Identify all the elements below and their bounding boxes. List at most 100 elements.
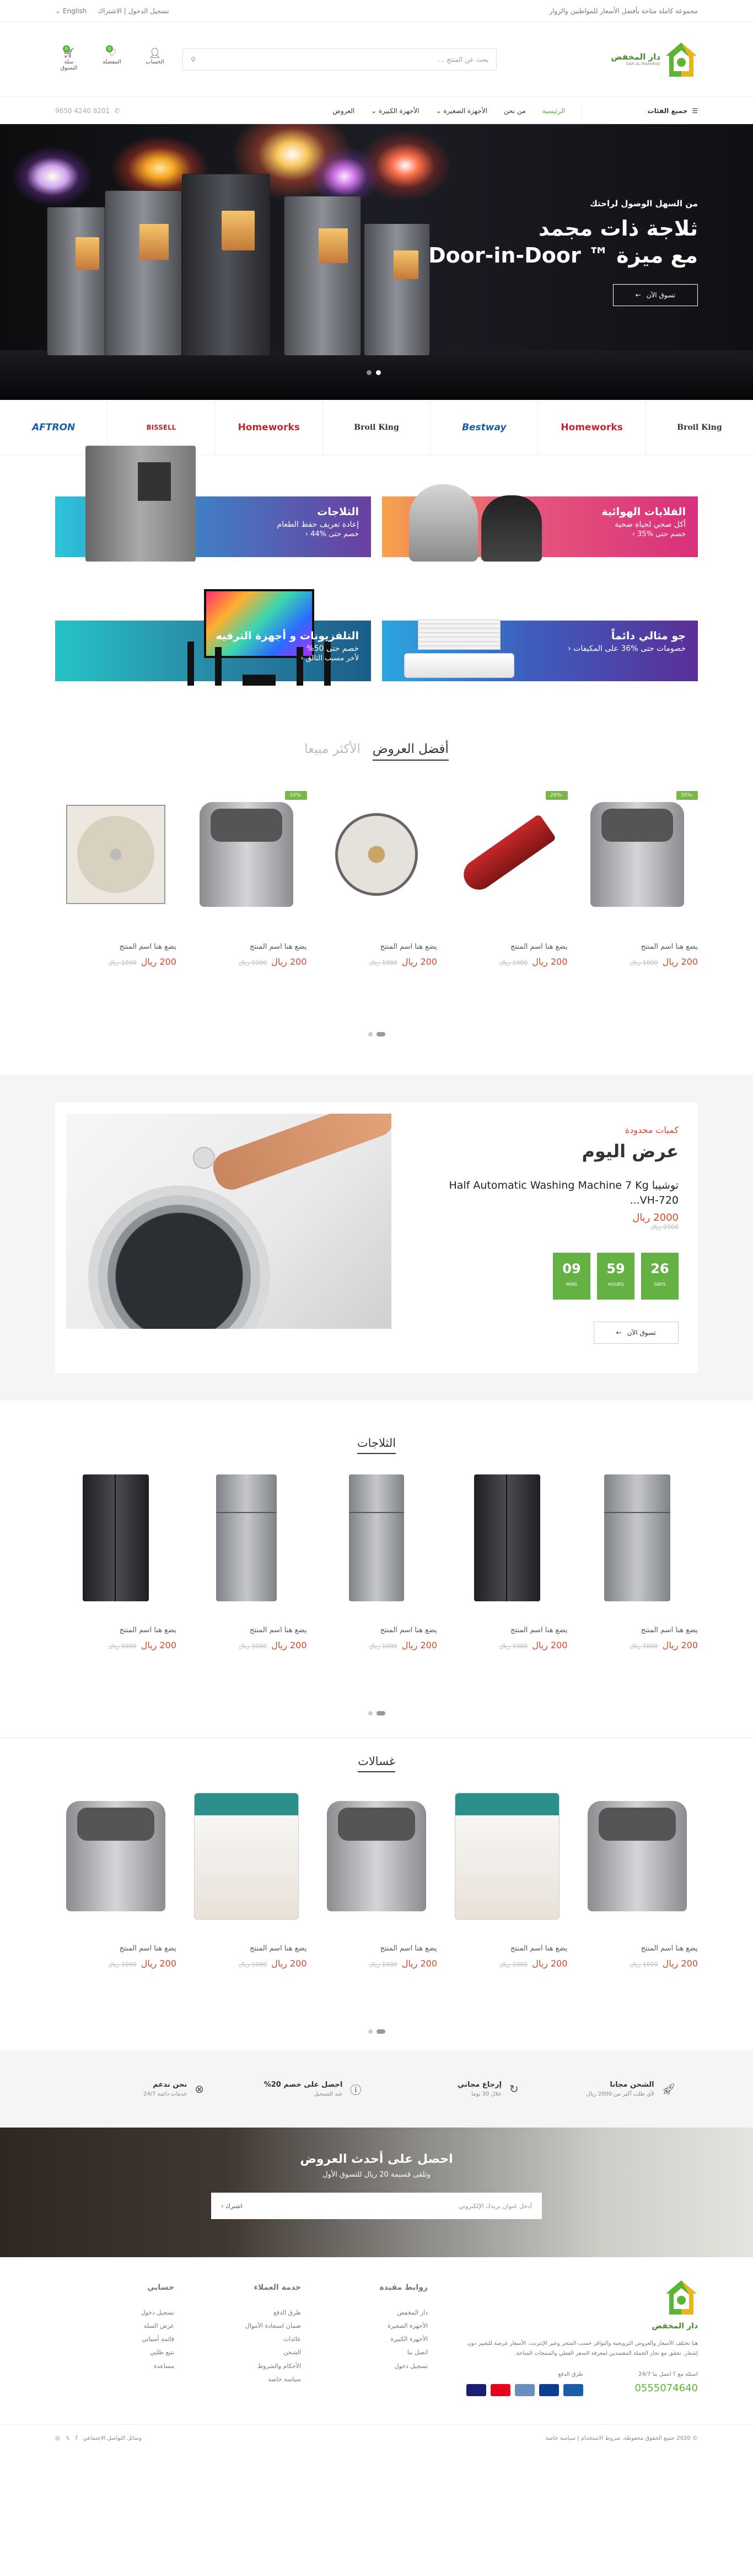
footer-link[interactable]: الأجهزة الكبيرة: [340, 2333, 428, 2346]
product-name[interactable]: يضع هنا اسم المنتج: [316, 1944, 437, 1953]
product-name[interactable]: يضع هنا اسم المنتج: [55, 943, 176, 951]
promo-air-conditioners[interactable]: جو مثالي دائماً خصومات حتى %36 على المكي…: [382, 618, 698, 681]
search-bar[interactable]: بحث عن المنتج ... ⚲: [182, 48, 497, 71]
tab-best-sellers[interactable]: الأكثر مبيعا: [304, 742, 361, 761]
all-categories-button[interactable]: ☰ جميع الفئات: [582, 107, 698, 115]
search-input[interactable]: بحث عن المنتج ...: [438, 56, 488, 63]
product-card[interactable]: يضع هنا اسم المنتج 200 ريال 1000 ريال: [316, 1793, 437, 1969]
product-card[interactable]: يضع هنا اسم المنتج 200 ريال 1000 ريال: [55, 791, 176, 967]
account-button[interactable]: 👤︎ الحساب: [141, 47, 169, 71]
footer-link[interactable]: الأجهزة الصغيرة: [340, 2320, 428, 2333]
facebook-icon[interactable]: f: [76, 2435, 78, 2441]
product-card[interactable]: يضع هنا اسم المنتج 200 ريال 1000 ريال: [316, 1474, 437, 1650]
product-name[interactable]: يضع هنا اسم المنتج: [316, 1626, 437, 1634]
footer-link[interactable]: سياسة خاصة: [213, 2373, 301, 2386]
handheld-vacuum-image: [447, 791, 568, 918]
newsletter-subscribe-button[interactable]: اشترك ‹: [221, 2203, 243, 2210]
slider-dot[interactable]: [368, 1711, 373, 1715]
promo-fridges[interactable]: الثلاجات إعادة تعريف حفظ الطعام خصم حتى …: [55, 446, 371, 562]
footer-link[interactable]: قائمة أمنياتي: [86, 2333, 174, 2346]
hero-shop-button[interactable]: تسوق الآن ←: [612, 284, 698, 306]
washing-machine-photo: [66, 1114, 391, 1329]
brand-logo[interactable]: Homeworks: [214, 400, 322, 455]
cart-button[interactable]: 🛒︎ 0 سلة التسوق: [55, 45, 83, 71]
wishlist-button[interactable]: ♡ 0 المفضلة: [98, 45, 126, 71]
deal-limited: كميات محدودة: [625, 1125, 679, 1135]
product-price: 200 ريال: [271, 1958, 307, 1969]
footer-link[interactable]: تتبع طلبي: [86, 2346, 174, 2359]
wishlist-count: 0: [106, 45, 113, 52]
nav-about[interactable]: من نحن: [504, 107, 526, 115]
product-card[interactable]: -35% يضع هنا اسم المنتج 200 ريال 1000 ريا…: [577, 791, 698, 967]
footer-link[interactable]: عائدات: [213, 2333, 301, 2346]
nav-offers[interactable]: العروض: [332, 107, 354, 115]
product-name[interactable]: يضع هنا اسم المنتج: [577, 1944, 698, 1953]
brand-logo[interactable]: Homeworks: [537, 400, 645, 455]
product-name[interactable]: يضع هنا اسم المنتج: [577, 943, 698, 951]
product-name[interactable]: يضع هنا اسم المنتج: [186, 943, 306, 951]
footer-link[interactable]: دار المخفض: [340, 2306, 428, 2320]
slider-dot[interactable]: [376, 1032, 385, 1036]
product-card[interactable]: يضع هنا اسم المنتج 200 ريال 1000 ريال: [186, 1474, 307, 1650]
slider-dot[interactable]: [376, 370, 381, 375]
footer-link[interactable]: تسجيل دخول: [86, 2306, 175, 2320]
product-card[interactable]: يضع هنا اسم المنتج 200 ريال 1000 ريال: [55, 1793, 176, 1969]
footer-link[interactable]: الأحكام والشروط: [213, 2360, 301, 2373]
product-name[interactable]: يضع هنا اسم المنتج: [577, 1626, 698, 1634]
footer-link[interactable]: تسجيل دخول: [340, 2360, 428, 2373]
product-name[interactable]: يضع هنا اسم المنتج: [186, 1944, 306, 1953]
instagram-icon[interactable]: ◎: [55, 2435, 60, 2441]
ice-maker-image: [577, 1793, 698, 1920]
slider-dot[interactable]: [376, 2029, 385, 2034]
product-card[interactable]: يضع هنا اسم المنتج 200 ريال 1000 ريال: [316, 791, 437, 967]
phone-icon: ✆: [114, 107, 120, 115]
nav-home[interactable]: الرئيسية: [542, 107, 565, 115]
newsletter-title: احصل على أحدث العروض: [300, 2152, 453, 2166]
footer: دار المخفض هنا تختلف الأسعار والعروض الت…: [0, 2257, 753, 2452]
slider-dot[interactable]: [376, 1711, 385, 1715]
footer-link[interactable]: مساعدة: [86, 2360, 174, 2373]
login-link[interactable]: تسجيل الدخول | الاشتراك: [98, 7, 169, 15]
brand-logo[interactable]: Bestway: [430, 400, 537, 455]
product-card[interactable]: -10% يضع هنا اسم المنتج 200 ريال 1000 ريا…: [186, 791, 307, 967]
footer-link[interactable]: عرض السلة: [86, 2320, 174, 2333]
product-card[interactable]: -20% يضع هنا اسم المنتج 200 ريال 1000 ريا…: [447, 791, 568, 967]
slider-dot[interactable]: [368, 2029, 373, 2034]
promo-air-fryers[interactable]: القلايات الهوائية أكل صحي لحياة صحية خصم…: [382, 484, 698, 562]
product-price: 200 ريال: [401, 1958, 437, 1969]
countdown-days: 26 DAYS: [641, 1253, 679, 1300]
search-icon[interactable]: ⚲: [191, 56, 196, 63]
language-switch[interactable]: English ⌄: [55, 7, 87, 15]
deal-product-name[interactable]: توشيبا Half Automatic Washing Machine 7 …: [433, 1178, 679, 1207]
product-name[interactable]: يضع هنا اسم المنتج: [186, 1626, 306, 1634]
footer-link[interactable]: طرق الدفع: [213, 2306, 301, 2320]
product-card[interactable]: يضع هنا اسم المنتج 200 ريال 1000 ريال: [447, 1793, 568, 1969]
product-name[interactable]: يضع هنا اسم المنتج: [447, 1626, 567, 1634]
product-card[interactable]: يضع هنا اسم المنتج 200 ريال 1000 ريال: [55, 1474, 176, 1650]
deal-shop-button[interactable]: تسوق الآن ←: [593, 1322, 679, 1344]
tab-best-offers[interactable]: أفضل العروض: [372, 742, 449, 761]
product-card[interactable]: يضع هنا اسم المنتج 200 ريال 1000 ريال: [447, 1474, 568, 1650]
footer-link[interactable]: الشحن: [213, 2346, 301, 2359]
product-name[interactable]: يضع هنا اسم المنتج: [447, 1944, 567, 1953]
footer-link[interactable]: اتصل بنا: [340, 2346, 428, 2359]
newsletter-email-input[interactable]: أدخل عنوان بريدك الإلكتروني: [459, 2203, 532, 2210]
product-card[interactable]: يضع هنا اسم المنتج 200 ريال 1000 ريال: [577, 1474, 698, 1650]
product-name[interactable]: يضع هنا اسم المنتج: [316, 943, 437, 951]
slider-dot[interactable]: [368, 1032, 373, 1036]
nav-small-appliances[interactable]: الأجهزة الصغيرة ⌄: [436, 107, 487, 115]
logo[interactable]: دار المخفض DAR AL MAKHFAD: [588, 41, 698, 78]
product-card[interactable]: يضع هنا اسم المنتج 200 ريال 1000 ريال: [186, 1793, 307, 1969]
product-name[interactable]: يضع هنا اسم المنتج: [55, 1944, 176, 1953]
twitter-icon[interactable]: 𝕏: [66, 2435, 70, 2441]
product-card[interactable]: يضع هنا اسم المنتج 200 ريال 1000 ريال: [577, 1793, 698, 1969]
product-name[interactable]: يضع هنا اسم المنتج: [447, 943, 567, 951]
brand-logo[interactable]: Broil King: [322, 400, 430, 455]
product-name[interactable]: يضع هنا اسم المنتج: [55, 1626, 176, 1634]
nav-large-appliances[interactable]: الأجهزة الكبيرة ⌄: [371, 107, 419, 115]
phone-contact[interactable]: ✆ 8201 4240 9650: [55, 107, 120, 115]
slider-dot[interactable]: [367, 370, 372, 375]
promo-tvs[interactable]: التلفزيونات و أجهزة الترفيه خصم حتى 50% …: [55, 589, 371, 686]
footer-link[interactable]: ضمان استعادة الأموال: [213, 2320, 301, 2333]
brand-logo[interactable]: Broil King: [645, 400, 753, 455]
